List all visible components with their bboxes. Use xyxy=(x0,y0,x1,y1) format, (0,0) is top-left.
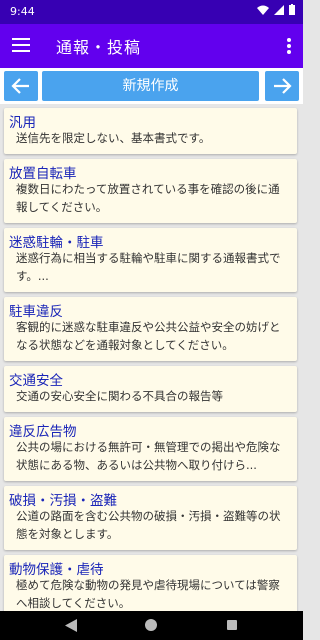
item-title: 違反広告物 xyxy=(9,424,77,440)
toolbar: 新規作成 xyxy=(0,68,303,104)
item-title: 動物保護・虐待 xyxy=(9,562,104,578)
item-description: 迷惑行為に相当する駐輪や駐車に関する通報書式です。... xyxy=(16,251,281,283)
item-title: 破損・汚損・盗難 xyxy=(9,493,117,509)
list-item-damage-theft[interactable]: 破損・汚損・盗難 公道の路面を含む公共物の破損・汚損・盗難等の状態を対象とします… xyxy=(4,486,297,550)
battery-icon xyxy=(289,4,295,15)
arrow-left-icon xyxy=(11,78,29,94)
system-nav-bar xyxy=(0,611,303,640)
item-description: 送信先を限定しない、基本書式です。 xyxy=(16,131,211,145)
status-icons xyxy=(257,4,295,15)
item-title: 交通安全 xyxy=(9,373,63,389)
item-title: 放置自転車 xyxy=(9,166,77,182)
list-item-general[interactable]: 汎用 送信先を限定しない、基本書式です。 xyxy=(4,108,297,154)
item-title: 迷惑駐輪・駐車 xyxy=(9,235,104,251)
status-time: 9:44 xyxy=(10,5,35,18)
nav-home-icon[interactable] xyxy=(145,619,157,631)
item-title: 駐車違反 xyxy=(9,304,63,320)
list-item-traffic-safety[interactable]: 交通安全 交通の安心安全に関わる不具合の報告等 xyxy=(4,366,297,412)
page-title: 通報・投稿 xyxy=(56,38,142,57)
item-description: 複数日にわたって放置されている事を確認の後に通報してください。 xyxy=(16,182,280,214)
item-description: 公道の路面を含む公共物の破損・汚損・盗難等の状態を対象とします。 xyxy=(16,509,281,541)
item-description: 客観的に迷惑な駐車違反や公共公益や安全の妨げとなる状態などを通報対象としてくださ… xyxy=(16,320,281,352)
menu-icon[interactable] xyxy=(12,38,30,54)
list-item-illegal-ads[interactable]: 違反広告物 公共の場における無許可・無管理での掲出や危険な状態にある物、あるいは… xyxy=(4,417,297,481)
status-bar: 9:44 xyxy=(0,0,303,24)
list-item-nuisance-parking[interactable]: 迷惑駐輪・駐車 迷惑行為に相当する駐輪や駐車に関する通報書式です。... xyxy=(4,228,297,292)
more-options-icon[interactable] xyxy=(287,38,291,56)
new-post-button[interactable]: 新規作成 xyxy=(42,71,259,101)
report-type-list: 汎用 送信先を限定しない、基本書式です。 放置自転車 複数日にわたって放置されて… xyxy=(0,104,303,611)
item-description: 極めて危険な動物の発見や虐待現場については警察へ相談してください。 xyxy=(16,578,280,610)
wifi-icon xyxy=(257,5,269,15)
item-title: 汎用 xyxy=(9,115,36,131)
list-item-animal-welfare[interactable]: 動物保護・虐待 極めて危険な動物の発見や虐待現場については警察へ相談してください… xyxy=(4,555,297,611)
item-description: 交通の安心安全に関わる不具合の報告等 xyxy=(16,389,223,403)
nav-recents-icon[interactable] xyxy=(227,620,237,630)
app-bar: 通報・投稿 xyxy=(0,24,303,68)
nav-back-icon[interactable] xyxy=(65,619,77,632)
signal-icon xyxy=(274,4,284,15)
item-description: 公共の場における無許可・無管理での掲出や危険な状態にある物、あるいは公共物へ取り… xyxy=(16,440,281,472)
forward-button[interactable] xyxy=(265,71,299,101)
back-button[interactable] xyxy=(4,71,38,101)
list-item-parking-violation[interactable]: 駐車違反 客観的に迷惑な駐車違反や公共公益や安全の妨げとなる状態などを通報対象と… xyxy=(4,297,297,361)
list-item-abandoned-bicycle[interactable]: 放置自転車 複数日にわたって放置されている事を確認の後に通報してください。 xyxy=(4,159,297,223)
arrow-right-icon xyxy=(274,78,292,94)
